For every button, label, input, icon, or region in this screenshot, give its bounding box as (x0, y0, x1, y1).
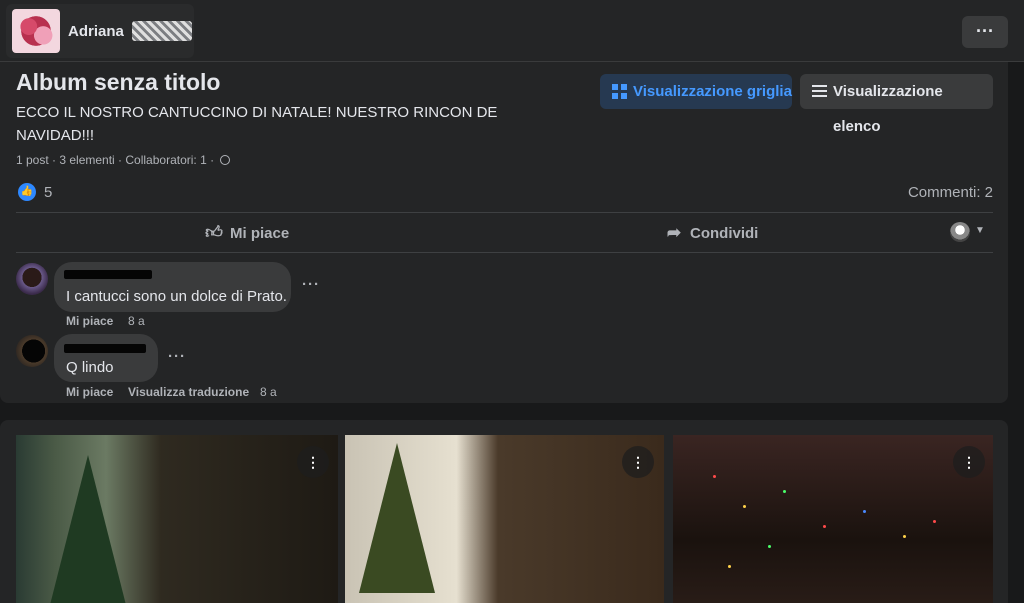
album-meta: 1 post · 3 elementi · Collaboratori: 1 · (16, 153, 231, 167)
comment-time[interactable]: 8 a (260, 385, 277, 399)
comment-bubble: Q lindo (54, 334, 158, 382)
divider (16, 252, 993, 253)
album-title: Album senza titolo (16, 69, 221, 95)
christmas-tree-image (359, 443, 435, 593)
comment-text: Q lindo (66, 359, 114, 376)
album-meta-text: 1 post · 3 elementi · Collaboratori: 1 · (16, 153, 215, 167)
comment-like-button[interactable]: Mi piace (66, 385, 113, 399)
commenter-avatar[interactable] (16, 335, 48, 367)
comments-count[interactable]: Commenti: 2 (908, 184, 993, 201)
commenter-avatar[interactable] (16, 263, 48, 295)
like-button-label: Mi piace (230, 225, 290, 242)
comment-like-button[interactable]: Mi piace (66, 314, 113, 328)
comment-more-icon[interactable]: ··· (302, 276, 320, 293)
comment-more-icon[interactable]: ··· (168, 348, 186, 365)
like-button[interactable]: 👍︎ Mi piace (204, 221, 289, 245)
photo-tile[interactable]: ⋮ (345, 435, 664, 603)
redacted-author (64, 344, 146, 353)
more-options-button[interactable]: ··· (962, 16, 1008, 48)
photo-more-icon[interactable]: ⋮ (622, 446, 654, 478)
photo-tile[interactable]: ⋮ (673, 435, 993, 603)
comment-text: I cantucci sono un dolce di Prato. (66, 288, 287, 305)
see-translation-link[interactable]: Visualizza traduzione (128, 385, 249, 399)
top-bar: Adriana ··· (0, 0, 1024, 62)
christmas-tree-image (50, 455, 126, 603)
album-card: Album senza titolo ECCO IL NOSTRO CANTUC… (0, 62, 1008, 403)
user-chip[interactable]: Adriana (6, 4, 194, 58)
photo-tile[interactable]: ⋮ (16, 435, 338, 603)
thumbs-up-icon: 👍︎ (205, 223, 223, 242)
comment-bubble: I cantucci sono un dolce di Prato. (54, 262, 291, 312)
divider (16, 212, 993, 213)
avatar (950, 222, 970, 242)
photo-grid: ⋮ ⋮ ⋮ (0, 420, 1008, 603)
list-icon (812, 85, 827, 97)
like-reaction-icon[interactable]: 👍 (18, 183, 36, 201)
redacted-surname (132, 21, 192, 41)
album-description: ECCO IL NOSTRO CANTUCCINO DI NATALE! NUE… (16, 104, 498, 144)
comment-as-selector[interactable]: ▼ (950, 222, 990, 244)
grid-view-button[interactable]: Visualizzazione griglia (600, 74, 792, 109)
list-view-button[interactable]: Visualizzazione elenco (800, 74, 993, 135)
globe-icon (220, 155, 231, 165)
photo-more-icon[interactable]: ⋮ (953, 446, 985, 478)
caret-down-icon: ▼ (975, 225, 985, 236)
share-button[interactable]: ➦ Condividi (664, 221, 758, 245)
like-count[interactable]: 5 (44, 184, 52, 201)
user-name[interactable]: Adriana (68, 23, 124, 40)
photo-more-icon[interactable]: ⋮ (297, 446, 329, 478)
grid-view-label: Visualizzazione griglia (633, 83, 792, 100)
redacted-author (64, 270, 152, 279)
grid-icon (612, 84, 627, 99)
share-button-label: Condividi (690, 225, 759, 242)
share-icon: ➦ (666, 223, 682, 242)
comment-time[interactable]: 8 a (128, 314, 145, 328)
user-avatar[interactable] (12, 9, 60, 53)
list-view-label: Visualizzazione elenco (833, 83, 943, 135)
